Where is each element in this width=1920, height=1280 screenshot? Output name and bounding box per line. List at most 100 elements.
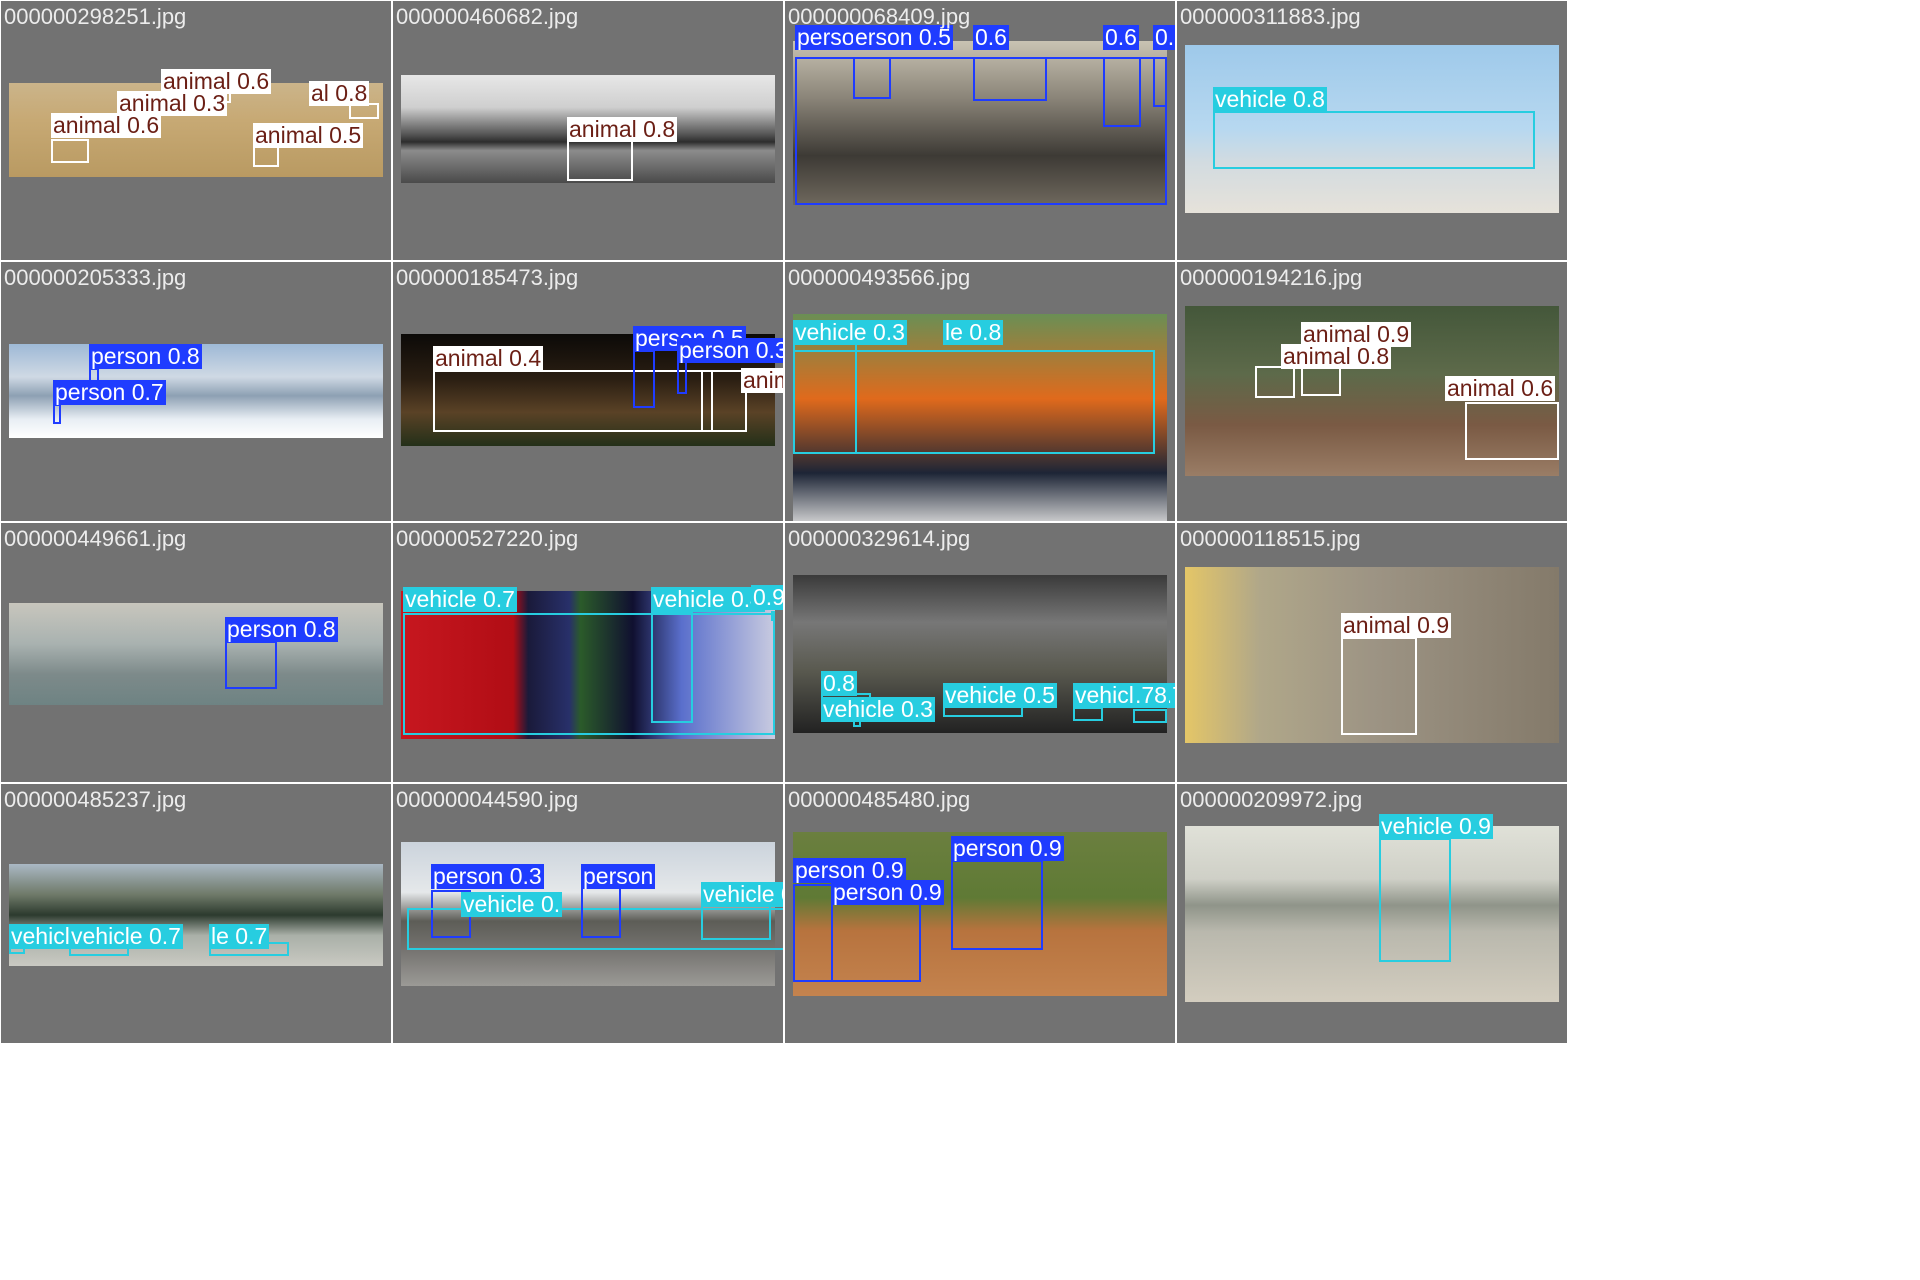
bounding-box-animal (433, 370, 713, 432)
result-tile[interactable]: 000000493566.jpg vehicle 0.3 le 0.8 (785, 262, 1175, 521)
detection-image: person 0.4erson 0.50.60.60.7 (793, 25, 1175, 205)
bounding-box-person (633, 350, 655, 408)
image-filename: 000000209972.jpg (1180, 787, 1363, 812)
detection-label: animal 0.9 (1341, 612, 1452, 638)
detection-image: vehicle 0.6 vehicle 0.7 le 0.7 (9, 864, 383, 966)
result-tile[interactable]: 000000209972.jpg vehicle 0.9 (1177, 784, 1567, 1043)
bounding-box-animal (253, 145, 279, 167)
result-tile[interactable]: 000000298251.jpg animal 0.6 animal 0.3 anim… (1, 1, 391, 260)
detection-label: vehicle 0.3 (821, 696, 935, 722)
result-tile[interactable]: 000000485480.jpg person 0.9 person 0.9 pers… (785, 784, 1175, 1043)
bounding-box-vehicle (1133, 709, 1167, 723)
result-tile[interactable]: 000000205333.jpg person 0.8 person 0.7 (1, 262, 391, 521)
result-tile[interactable]: 000000118515.jpg animal 0.9 (1177, 523, 1567, 782)
detection-image: person 0.8 person 0.7 (9, 344, 383, 438)
detection-results-grid: 000000298251.jpg animal 0.6 animal 0.3 anim… (0, 0, 1569, 1047)
detection-image: animal 0.8 (401, 75, 775, 183)
photo-beach (1185, 826, 1559, 1002)
image-filename: 000000485237.jpg (4, 787, 187, 812)
result-tile[interactable]: 000000449661.jpg person 0.8 (1, 523, 391, 782)
detection-label: 0.8 (821, 670, 857, 696)
bounding-box-vehicle (403, 613, 775, 735)
detection-label: person 0.8 (89, 343, 202, 369)
result-tile[interactable]: 000000194216.jpg animal 0.9 animal 0.8 anim… (1177, 262, 1567, 521)
detection-label: vehicle 0.3 (701, 882, 783, 907)
detection-label: .78 (1133, 682, 1169, 708)
bounding-box-animal (1465, 402, 1559, 460)
image-filename: 000000205333.jpg (4, 265, 187, 290)
detection-image: vehicle 0.7 vehicle 0.4 0.9 (401, 585, 783, 739)
detection-label: 0.9 (751, 585, 783, 610)
detection-image: person 0.8 (9, 603, 383, 705)
detection-image: animal 0.4person 0.5person 0.3animal 0.7 (401, 326, 783, 446)
detection-label: vehicle 0.9 (1379, 813, 1493, 839)
result-tile[interactable]: 000000068409.jpg person 0.4 erson 0.5 0.6 0.… (785, 1, 1175, 260)
image-filename: 000000449661.jpg (4, 526, 187, 551)
bounding-box-vehicle (1379, 838, 1451, 962)
detection-image: vehicle 0.9 (1185, 814, 1559, 1002)
bounding-box-person (973, 57, 1047, 101)
detection-label: animal 0.5 (253, 122, 364, 148)
detection-label: animal 0.6 (1445, 375, 1556, 401)
bounding-box-person (1153, 57, 1167, 107)
bounding-box-vehicle (771, 611, 775, 621)
bounding-box-person (793, 884, 833, 982)
image-filename: 000000329614.jpg (788, 526, 971, 551)
detection-label: vehicle 0. (461, 891, 563, 917)
detection-image: vehicle 0.3 le 0.8 (793, 314, 1167, 521)
bounding-box-animal (567, 139, 633, 181)
detection-label: animal 0.6 (161, 68, 272, 94)
image-filename: 000000485480.jpg (788, 787, 971, 812)
bounding-box-person (853, 57, 891, 99)
detection-image: animal 0.9 (1185, 567, 1559, 743)
detection-image: person 0.3vehicle 0. person vehicle 0.3 (401, 842, 783, 986)
result-tile[interactable]: 000000329614.jpg 0.8 vehicle 0.3 vehicle 0.… (785, 523, 1175, 782)
detection-label: 0.6 (973, 24, 1009, 50)
image-filename: 000000460682.jpg (396, 4, 579, 29)
bounding-box-animal (1341, 637, 1417, 735)
result-tile[interactable]: 000000044590.jpg person 0.3 vehicle 0. pers… (393, 784, 783, 1043)
detection-label: vehicle 0.3 (793, 319, 907, 345)
detection-label: animal 0.8 (1281, 343, 1392, 369)
detection-label: vehicle 0.4 (651, 586, 765, 612)
detection-label: le 0.7 (209, 923, 270, 949)
image-filename: 000000118515.jpg (1180, 526, 1361, 551)
detection-label: vehicle 0.5 (943, 682, 1057, 708)
detection-label: animal 0.6 (51, 112, 162, 138)
bounding-box-animal (1255, 366, 1295, 398)
bounding-box-person (951, 860, 1043, 950)
result-tile[interactable]: 000000485237.jpg vehicle 0.6 vehicle 0.7 le… (1, 784, 391, 1043)
image-filename: 000000493566.jpg (788, 265, 971, 290)
detection-image: animal 0.9 animal 0.8 animal 0.6 (1185, 306, 1559, 476)
result-tile[interactable]: 000000527220.jpg vehicle 0.7 vehicle 0.4 0.… (393, 523, 783, 782)
detection-label: vehicle 0.7 (69, 923, 183, 949)
detection-label: person 0.8 (225, 616, 338, 642)
detection-label: 0.7 (1153, 25, 1175, 50)
bounding-box-person (53, 404, 61, 424)
detection-image: vehicle 0.8 (1185, 45, 1559, 213)
detection-image: 0.8 vehicle 0.3 vehicle 0.5 vehicle 0.7.78 (793, 575, 1175, 733)
detection-label: vehicle 0.8 (1213, 86, 1327, 112)
detection-label: le 0.8 (943, 319, 1004, 345)
image-filename: 000000185473.jpg (396, 265, 579, 290)
result-tile[interactable]: 000000185473.jpg animal 0.4person 0.5pers… (393, 262, 783, 521)
bounding-box-vehicle (1073, 707, 1103, 721)
detection-label: person 0.7 (53, 379, 166, 405)
image-filename: 000000298251.jpg (4, 4, 187, 29)
image-filename: 000000068409.jpg (788, 4, 971, 29)
result-tile[interactable]: 000000311883.jpg vehicle 0.8 (1177, 1, 1567, 260)
detection-label: animal 0.4 (433, 345, 544, 371)
photo-airport (9, 864, 383, 966)
detection-label: animal 0.8 (567, 116, 678, 142)
image-filename: 000000044590.jpg (396, 787, 579, 812)
detection-label: person (581, 863, 656, 889)
detection-label: person 0.9 (951, 835, 1064, 861)
detection-image: animal 0.6 animal 0.3 animal 0.6 animal 0.5… (9, 69, 383, 177)
bounding-box-vehicle (651, 611, 693, 723)
bounding-box-person (225, 641, 277, 689)
detection-label: person 0.3 (677, 338, 783, 363)
detection-label: person 0.9 (831, 879, 944, 905)
detection-label: animal 0.3 (117, 90, 228, 116)
image-filename: 000000311883.jpg (1180, 4, 1361, 29)
result-tile[interactable]: 000000460682.jpg animal 0.8 (393, 1, 783, 260)
